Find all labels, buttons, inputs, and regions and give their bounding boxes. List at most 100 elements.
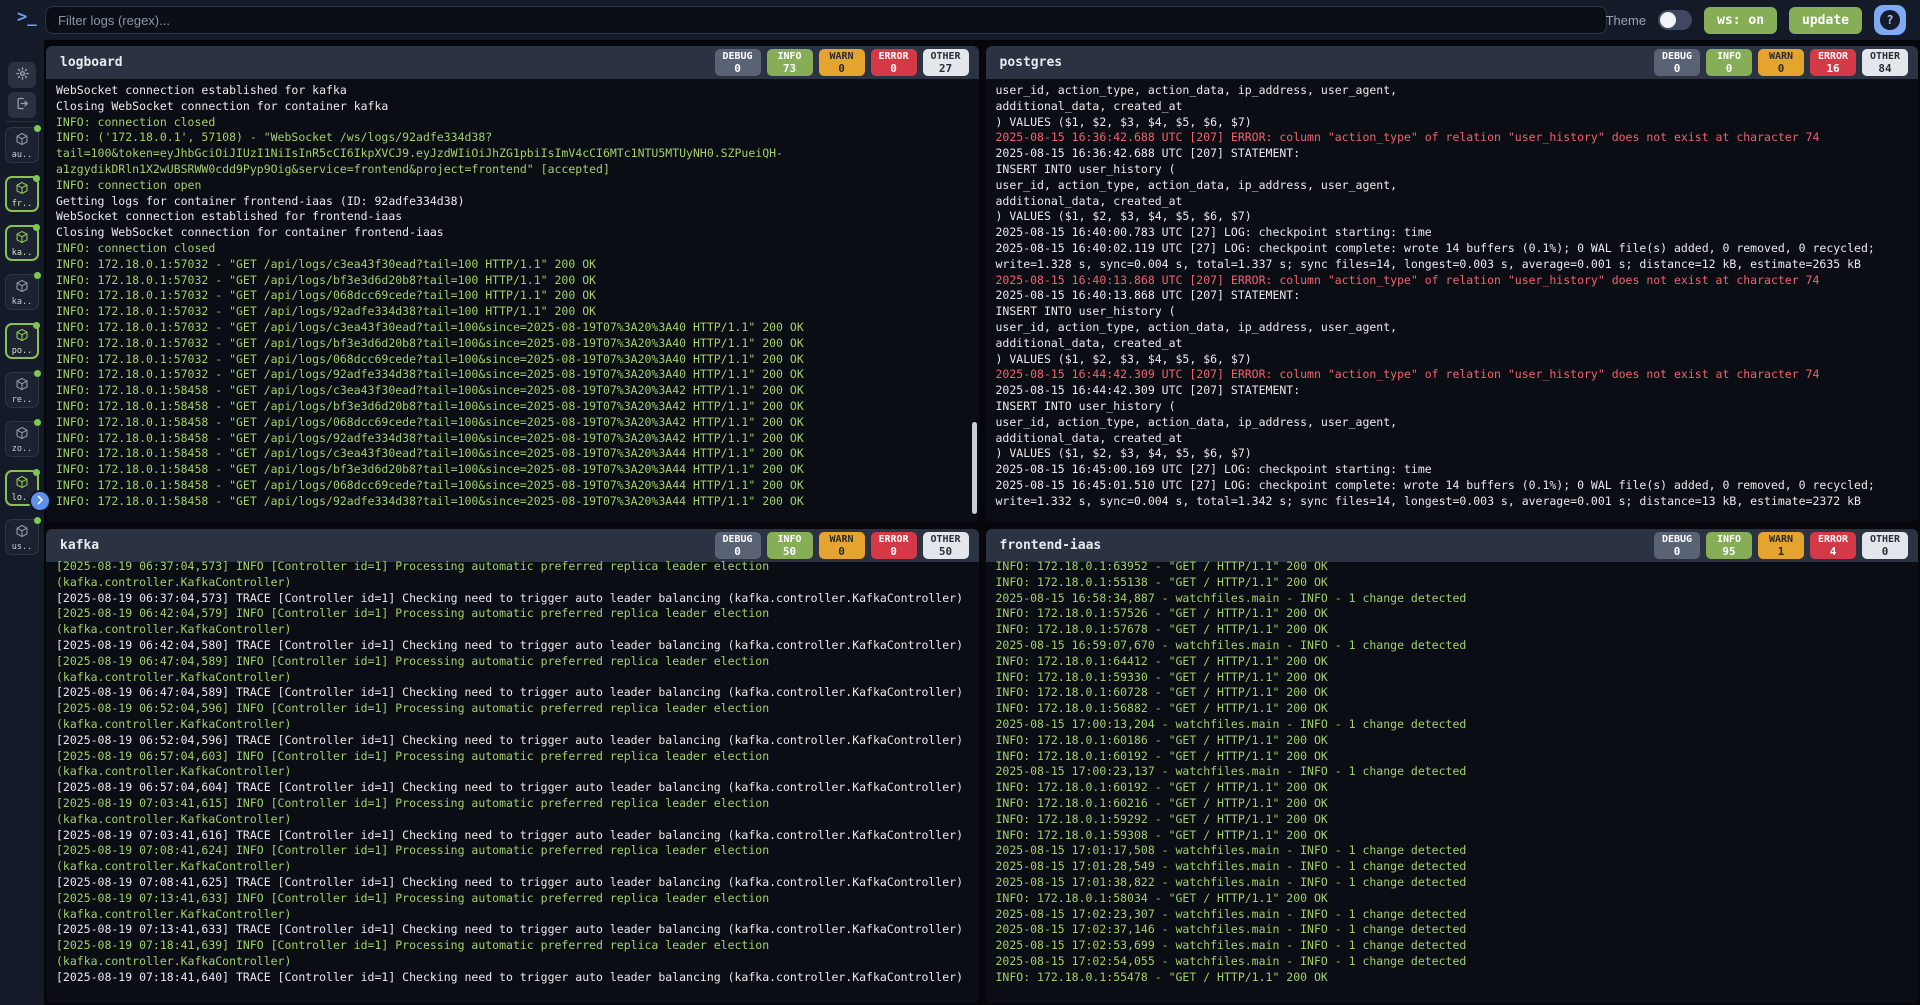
- update-button[interactable]: update: [1789, 7, 1862, 34]
- badge-info[interactable]: INFO 73: [767, 49, 813, 76]
- sidebar-container-1-fr[interactable]: fr..: [5, 176, 39, 212]
- log-line: INFO: 172.18.0.1:58458 - "GET /api/logs/…: [56, 478, 969, 494]
- log-line: ) VALUES ($1, $2, $3, $4, $5, $6, $7): [996, 446, 1909, 462]
- log-line: [2025-08-19 06:57:04,603] INFO [Controll…: [56, 749, 969, 765]
- sidebar-container-8-us[interactable]: us..: [5, 519, 39, 555]
- sidebar-container-2-ka[interactable]: ka..: [5, 225, 39, 261]
- badge-label: ERROR: [1818, 534, 1848, 545]
- log-line: 2025-08-15 16:44:42.309 UTC [207] STATEM…: [996, 383, 1909, 399]
- log-line: 2025-08-15 16:40:00.783 UTC [27] LOG: ch…: [996, 225, 1909, 241]
- theme-toggle[interactable]: [1658, 10, 1692, 30]
- badge-label: DEBUG: [722, 51, 752, 62]
- sidebar-container-0-au[interactable]: au..: [5, 127, 39, 163]
- log-line: 2025-08-15 17:02:37,146 - watchfiles.mai…: [996, 922, 1909, 938]
- badge-count: 0: [1726, 62, 1733, 75]
- log-line: 2025-08-15 17:00:13,204 - watchfiles.mai…: [996, 717, 1909, 733]
- help-button[interactable]: ?: [1874, 5, 1906, 35]
- log-output[interactable]: user_id, action_type, action_data, ip_ad…: [986, 79, 1919, 522]
- log-line: additional_data, created_at: [996, 194, 1909, 210]
- badge-debug[interactable]: DEBUG 0: [1654, 49, 1700, 76]
- log-line: INSERT INTO user_history (: [996, 304, 1909, 320]
- container-label: ka..: [12, 298, 32, 307]
- log-line: 2025-08-15 17:01:28,549 - watchfiles.mai…: [996, 859, 1909, 875]
- badge-info[interactable]: INFO 0: [1706, 49, 1752, 76]
- badge-other[interactable]: OTHER 27: [923, 49, 969, 76]
- log-line: INFO: 172.18.0.1:57032 - "GET /api/logs/…: [56, 304, 969, 320]
- panel-title: kafka: [60, 538, 99, 553]
- log-line: [2025-08-19 06:47:04,589] TRACE [Control…: [56, 685, 969, 701]
- sidebar-container-5-re[interactable]: re..: [5, 372, 39, 408]
- log-line: 2025-08-15 16:45:01.510 UTC [27] LOG: ch…: [996, 478, 1909, 494]
- container-label: au..: [12, 151, 32, 160]
- log-line: 2025-08-15 16:40:13.868 UTC [207] ERROR:…: [996, 273, 1909, 289]
- log-line: (kafka.controller.KafkaController): [56, 575, 969, 591]
- log-line: WebSocket connection established for kaf…: [56, 83, 969, 99]
- badge-error[interactable]: ERROR 0: [871, 49, 917, 76]
- container-label: fr..: [12, 200, 32, 209]
- log-line: write=1.332 s, sync=0.004 s, total=1.342…: [996, 494, 1909, 510]
- container-cube-icon: [15, 180, 29, 199]
- filter-input[interactable]: [45, 6, 1607, 34]
- log-line: INFO: 172.18.0.1:60216 - "GET / HTTP/1.1…: [996, 796, 1909, 812]
- log-line: 2025-08-15 17:02:23,307 - watchfiles.mai…: [996, 907, 1909, 923]
- log-line: (kafka.controller.KafkaController): [56, 764, 969, 780]
- sidebar-expand-button[interactable]: [29, 490, 51, 512]
- log-line: tail=100&token=eyJhbGciOiJIUzI1NiIsInR5c…: [56, 146, 969, 162]
- log-line: user_id, action_type, action_data, ip_ad…: [996, 178, 1909, 194]
- log-line: INFO: 172.18.0.1:57678 - "GET / HTTP/1.1…: [996, 622, 1909, 638]
- status-dot: [34, 370, 41, 377]
- log-line: INFO: 172.18.0.1:57032 - "GET /api/logs/…: [56, 273, 969, 289]
- log-line: 2025-08-15 17:01:38,822 - watchfiles.mai…: [996, 875, 1909, 891]
- badge-label: INFO: [1717, 534, 1741, 545]
- status-dot: [33, 469, 40, 476]
- log-output[interactable]: [2025-08-19 06:37:04,573] INFO [Controll…: [46, 555, 979, 1003]
- badge-other[interactable]: OTHER 84: [1862, 49, 1908, 76]
- log-line: INFO: 172.18.0.1:58458 - "GET /api/logs/…: [56, 462, 969, 478]
- log-line: 2025-08-15 16:36:42.688 UTC [207] STATEM…: [996, 146, 1909, 162]
- log-line: INFO: 172.18.0.1:60728 - "GET / HTTP/1.1…: [996, 685, 1909, 701]
- log-line: WebSocket connection established for fro…: [56, 209, 969, 225]
- sidebar-container-4-po[interactable]: po..: [5, 323, 39, 359]
- log-line: INFO: 172.18.0.1:57032 - "GET /api/logs/…: [56, 352, 969, 368]
- settings-button[interactable]: [8, 62, 36, 88]
- sidebar-container-3-ka[interactable]: ka..: [5, 274, 39, 310]
- log-output[interactable]: WebSocket connection established for kaf…: [46, 79, 979, 522]
- badge-label: ERROR: [878, 534, 908, 545]
- log-line: INFO: 172.18.0.1:57032 - "GET /api/logs/…: [56, 257, 969, 273]
- badge-label: OTHER: [930, 534, 960, 545]
- log-line: INFO: 172.18.0.1:58458 - "GET /api/logs/…: [56, 446, 969, 462]
- badge-label: INFO: [1717, 51, 1741, 62]
- badge-label: OTHER: [930, 51, 960, 62]
- status-dot: [33, 175, 40, 182]
- log-line: ) VALUES ($1, $2, $3, $4, $5, $6, $7): [996, 352, 1909, 368]
- badge-label: WARN: [829, 51, 853, 62]
- log-line: [2025-08-19 07:13:41,633] TRACE [Control…: [56, 922, 969, 938]
- container-cube-icon: [15, 474, 29, 493]
- status-dot: [33, 322, 40, 329]
- badge-debug[interactable]: DEBUG 0: [715, 49, 761, 76]
- websocket-toggle-button[interactable]: ws: on: [1704, 7, 1777, 34]
- log-panels-grid: logboard DEBUG 0 INFO 73 WARN 0 ERROR 0 …: [44, 40, 1920, 1005]
- panel-frontend-iaas: frontend-iaas DEBUG 0 INFO 95 WARN 1 ERR…: [986, 529, 1919, 1003]
- sidebar-divider: [6, 121, 38, 122]
- log-line: INFO: 172.18.0.1:60192 - "GET / HTTP/1.1…: [996, 780, 1909, 796]
- container-label: re..: [12, 396, 32, 405]
- log-line: (kafka.controller.KafkaController): [56, 859, 969, 875]
- badge-warn[interactable]: WARN 0: [819, 49, 865, 76]
- gear-icon: [15, 66, 30, 84]
- log-line: [2025-08-19 07:03:41,616] TRACE [Control…: [56, 828, 969, 844]
- log-output[interactable]: INFO: 172.18.0.1:63952 - "GET / HTTP/1.1…: [986, 555, 1919, 1003]
- log-line: INFO: 172.18.0.1:55478 - "GET / HTTP/1.1…: [996, 970, 1909, 986]
- badge-error[interactable]: ERROR 16: [1810, 49, 1856, 76]
- log-line: write=1.328 s, sync=0.004 s, total=1.337…: [996, 257, 1909, 273]
- logout-button[interactable]: [8, 92, 36, 118]
- badge-count: 84: [1878, 62, 1891, 75]
- badge-count: 16: [1826, 62, 1839, 75]
- status-dot: [34, 517, 41, 524]
- scrollbar-thumb[interactable]: [972, 422, 977, 514]
- log-line: 2025-08-15 16:59:07,670 - watchfiles.mai…: [996, 638, 1909, 654]
- sidebar-container-6-zo[interactable]: zo..: [5, 421, 39, 457]
- log-line: INFO: 172.18.0.1:57032 - "GET /api/logs/…: [56, 288, 969, 304]
- badge-warn[interactable]: WARN 0: [1758, 49, 1804, 76]
- container-cube-icon: [15, 327, 29, 346]
